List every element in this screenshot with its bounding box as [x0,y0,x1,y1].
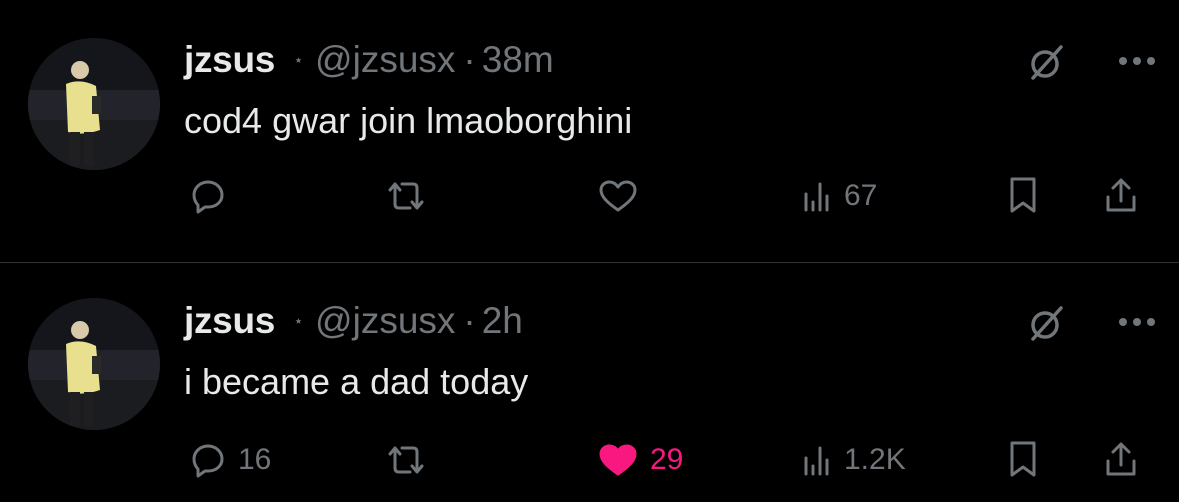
grok-icon[interactable] [1025,42,1067,84]
author-name[interactable]: jzsus [184,39,275,81]
author-name[interactable]: jzsus [184,300,275,342]
retweet-button[interactable] [384,438,438,482]
like-count: 29 [650,443,684,476]
avatar-photo [28,38,160,170]
share-button[interactable] [1101,174,1141,218]
retweet-icon [388,182,424,210]
tweet-header: jzsus @jzsusx · 38m [184,38,554,82]
tweet-top-actions [1025,303,1155,345]
more-icon[interactable] [1119,57,1155,69]
crescent-star-icon [285,51,302,69]
tweet[interactable]: jzsus @jzsusx · 2h i became a dad today … [0,263,1179,502]
avatar[interactable] [28,38,160,170]
timestamp[interactable]: 38m [482,39,554,81]
views-count: 67 [844,179,878,212]
bookmark-button[interactable] [1006,438,1040,482]
separator-dot: · [463,39,476,80]
tweet-text: cod4 gwar join lmaoborghini [184,100,633,141]
tweet-actions: 16 29 1.2K [184,438,1155,482]
avatar-photo [28,298,160,430]
author-handle[interactable]: @jzsusx [315,39,455,81]
tweet-actions: 67 [184,174,1155,218]
reply-button[interactable] [188,174,238,218]
timestamp[interactable]: 2h [482,300,523,342]
retweet-button[interactable] [384,174,438,218]
like-icon [599,444,637,476]
tweet-header: jzsus @jzsusx · 2h [184,299,523,343]
like-button[interactable] [596,174,650,218]
share-icon [1106,442,1136,476]
views-button[interactable]: 1.2K [800,438,906,482]
views-button[interactable]: 67 [800,174,877,218]
views-icon [804,182,829,212]
tweet[interactable]: jzsus @jzsusx · 38m cod4 gwar join lmaob… [0,0,1179,262]
tweet-top-actions [1025,42,1155,84]
like-button[interactable]: 29 [596,438,683,482]
avatar[interactable] [28,298,160,430]
grok-icon[interactable] [1025,303,1067,345]
bookmark-button[interactable] [1006,174,1040,218]
separator-dot: · [463,300,476,341]
share-icon [1106,178,1136,212]
views-icon [804,446,829,476]
reply-icon [192,180,224,214]
bookmark-icon [1010,441,1036,477]
more-icon[interactable] [1119,318,1155,330]
bookmark-icon [1010,177,1036,213]
tweet-text: i became a dad today [184,361,529,402]
reply-button[interactable]: 16 [188,438,271,482]
share-button[interactable] [1101,438,1141,482]
retweet-icon [388,446,424,474]
views-count: 1.2K [844,443,906,476]
crescent-star-icon [285,312,302,330]
author-handle[interactable]: @jzsusx [315,300,455,342]
reply-count: 16 [238,443,272,476]
like-icon [599,180,637,212]
reply-icon [192,444,224,478]
